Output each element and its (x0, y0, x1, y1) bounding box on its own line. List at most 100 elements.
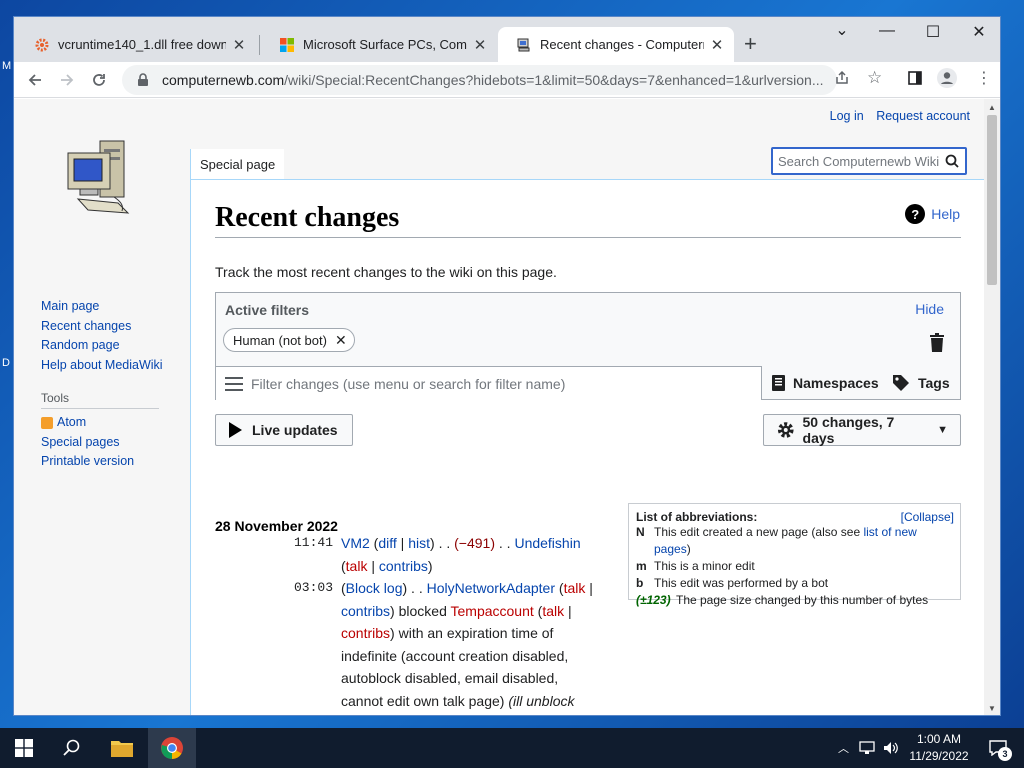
help-link[interactable]: ? Help (905, 204, 960, 224)
user-link[interactable]: HolyNetworkAdapter (427, 580, 555, 596)
search-taskbar-icon[interactable] (48, 728, 96, 768)
address-bar[interactable]: computernewb.com/wiki/Special:RecentChan… (122, 65, 837, 95)
start-button[interactable] (0, 728, 48, 768)
page-tabs: Special page Search Computernewb Wiki (190, 147, 986, 179)
target-talk-link[interactable]: talk (542, 603, 564, 619)
legend-row: (±123) The page size changed by this numb… (636, 593, 929, 607)
legend-row: N This edit created a new page (also see … (636, 525, 917, 556)
notification-count-badge: 3 (998, 747, 1012, 761)
clock-time: 1:00 AM (916, 732, 962, 746)
filter-chip-human[interactable]: Human (not bot) ✕ (223, 328, 355, 352)
share-icon[interactable] (834, 70, 850, 90)
user-link[interactable]: Undefishin (514, 535, 580, 551)
microsoft-logo-icon (279, 37, 295, 53)
profile-avatar-icon[interactable] (936, 67, 958, 93)
filter-placeholder: Filter changes (use menu or search for f… (251, 375, 566, 392)
sidebar-item-atom[interactable]: Atom (41, 413, 181, 433)
hist-link[interactable]: hist (408, 535, 430, 551)
changes-options-button[interactable]: 50 changes, 7 days ▼ (763, 414, 961, 446)
page-scrollbar[interactable]: ▲ ▼ (984, 99, 1000, 715)
talk-link[interactable]: talk (564, 580, 586, 596)
request-account-link[interactable]: Request account (876, 109, 970, 123)
tab-search-chevron-icon[interactable]: ⌄ (819, 20, 865, 40)
hide-filters-link[interactable]: Hide (915, 301, 944, 317)
search-placeholder: Search Computernewb Wiki (778, 153, 940, 169)
forward-button[interactable] (55, 68, 79, 92)
contribs-link[interactable]: contribs (341, 603, 390, 619)
close-tab-icon[interactable]: ✕ (230, 36, 248, 54)
legend-row: b This edit was performed by a bot (636, 576, 829, 590)
notification-center-button[interactable]: 3 (976, 728, 1020, 768)
namespaces-button[interactable]: Namespaces (764, 366, 887, 400)
scrollbar-thumb[interactable] (987, 115, 997, 285)
reload-button[interactable] (87, 68, 111, 92)
network-icon[interactable] (859, 741, 875, 755)
abbreviations-legend: List of abbreviations: [Collapse] N This … (628, 503, 961, 607)
tray-expand-icon[interactable]: ︿ (838, 740, 849, 756)
tab-separator (259, 35, 260, 55)
remove-filter-icon[interactable]: ✕ (335, 332, 347, 349)
tab-special-page[interactable]: Special page (190, 149, 285, 179)
file-explorer-icon[interactable] (98, 728, 146, 768)
back-button[interactable] (23, 68, 47, 92)
sidebar-item-random-page[interactable]: Random page (41, 336, 181, 356)
tab-title: Recent changes - Computernewb (540, 37, 704, 52)
filter-search-input[interactable]: Filter changes (use menu or search for f… (216, 366, 762, 400)
more-menu-icon[interactable]: ⋮ (976, 68, 992, 88)
tab-title: Microsoft Surface PCs, Computers (303, 37, 467, 52)
gear-icon (777, 422, 794, 438)
volume-icon[interactable] (883, 741, 899, 755)
tab-recent-changes[interactable]: Recent changes - Computernewb ✕ (498, 27, 734, 62)
chrome-taskbar-icon[interactable] (148, 728, 196, 768)
list-item: 11:41 VM2 (diff | hist) . . (−491) . . U… (215, 532, 635, 577)
page-link[interactable]: VM2 (341, 535, 370, 551)
close-tab-icon[interactable]: ✕ (471, 36, 489, 54)
sidebar-item-special-pages[interactable]: Special pages (41, 433, 181, 453)
url-text: computernewb.com/wiki/Special:RecentChan… (162, 72, 824, 88)
scroll-down-arrow-icon[interactable]: ▼ (988, 704, 996, 713)
tab-strip: vcruntime140_1.dll free download ✕ Micro… (14, 17, 1000, 62)
block-log-link[interactable]: Block log (346, 580, 403, 596)
sidebar-item-main-page[interactable]: Main page (41, 297, 181, 317)
search-icon[interactable] (945, 154, 959, 168)
wiki-page: Log in Request account Main page Recent … (14, 99, 986, 715)
diff-link[interactable]: diff (378, 535, 396, 551)
bookmark-star-icon[interactable]: ☆ (867, 68, 882, 88)
browser-toolbar: computernewb.com/wiki/Special:RecentChan… (14, 62, 1000, 98)
scroll-up-arrow-icon[interactable]: ▲ (988, 103, 996, 112)
size-change: (−491) (454, 535, 495, 551)
help-icon: ? (905, 204, 926, 224)
block-reason: (ill unblock (508, 692, 575, 709)
collapse-link[interactable]: [Collapse] (901, 510, 954, 524)
close-window-button[interactable]: ✕ (956, 22, 1000, 42)
taskbar-clock[interactable]: 1:00 AM 11/29/2022 (900, 731, 978, 765)
login-link[interactable]: Log in (830, 109, 864, 123)
legend-row: m This is a minor edit (636, 559, 755, 573)
new-tab-button[interactable]: + (744, 31, 757, 57)
lock-icon (138, 73, 148, 86)
sidebar-item-help[interactable]: Help about MediaWiki (41, 356, 181, 376)
tags-button[interactable]: Tags (892, 366, 950, 400)
minimize-button[interactable]: — (864, 22, 910, 40)
target-contribs-link[interactable]: contribs (341, 625, 390, 641)
tab-vcruntime[interactable]: vcruntime140_1.dll free download ✕ (16, 27, 256, 62)
talk-link[interactable]: talk (346, 558, 368, 574)
menu-icon (225, 376, 243, 391)
side-panel-icon[interactable] (907, 70, 923, 90)
maximize-button[interactable]: ☐ (910, 22, 956, 42)
tab-title: vcruntime140_1.dll free download (58, 37, 226, 52)
sidebar-item-printable-version[interactable]: Printable version (41, 452, 181, 472)
tab-microsoft-surface[interactable]: Microsoft Surface PCs, Computers ✕ (261, 27, 497, 62)
search-input[interactable]: Search Computernewb Wiki (771, 147, 967, 175)
sidebar-item-recent-changes[interactable]: Recent changes (41, 317, 181, 337)
live-updates-button[interactable]: Live updates (215, 414, 353, 446)
wiki-logo[interactable] (64, 137, 134, 222)
contribs-link[interactable]: contribs (379, 558, 428, 574)
browser-window: vcruntime140_1.dll free download ✕ Micro… (13, 16, 1001, 716)
close-tab-icon[interactable]: ✕ (708, 36, 726, 54)
target-user-link[interactable]: Tempaccount (451, 603, 534, 619)
tag-icon (893, 375, 909, 391)
trash-icon[interactable] (929, 333, 945, 352)
tools-heading: Tools (41, 391, 159, 409)
computer-favicon-icon (516, 37, 532, 53)
